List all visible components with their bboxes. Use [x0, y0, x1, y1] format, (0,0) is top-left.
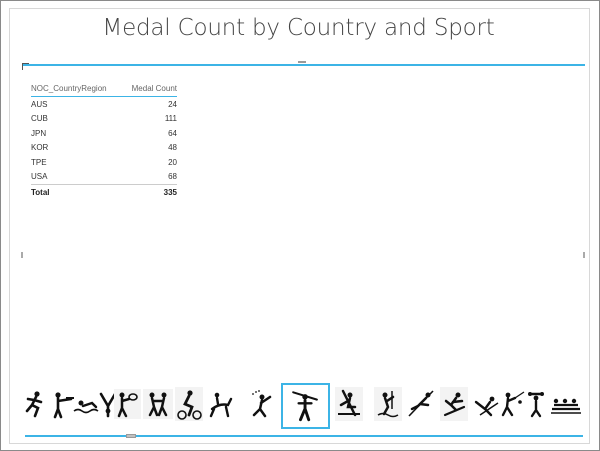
sport-icon-slicer[interactable] — [20, 383, 585, 431]
canoe-slalom-icon[interactable] — [281, 383, 330, 429]
cell-medal-count: 64 — [168, 128, 177, 138]
wrestling-icon[interactable] — [143, 389, 173, 419]
cell-country: TPE — [31, 157, 47, 167]
cell-medal-count: 48 — [168, 143, 177, 153]
slicer-selection-border[interactable] — [25, 435, 583, 437]
total-value: 335 — [163, 188, 177, 198]
tennis-icon[interactable] — [114, 389, 141, 419]
ski-jump-icon[interactable] — [406, 389, 436, 419]
cell-country: CUB — [31, 114, 48, 124]
cell-country: JPN — [31, 128, 47, 138]
cell-medal-count: 68 — [168, 171, 177, 181]
report-title: Medal Count by Country and Sport — [102, 15, 495, 41]
resize-handle-left[interactable] — [21, 252, 23, 258]
table-body: AUS 24 CUB 111 JPN 64 KOR 48 TPE 20 USA … — [31, 97, 177, 184]
snowboard-icon[interactable] — [440, 387, 468, 421]
slicer-scroll-handle[interactable] — [126, 434, 136, 438]
athlete-running-icon[interactable] — [22, 389, 48, 419]
cell-country: KOR — [31, 143, 49, 153]
resize-handle-right[interactable] — [583, 252, 585, 258]
fencing-icon[interactable] — [498, 389, 526, 419]
table-row[interactable]: USA 68 — [31, 170, 177, 184]
cell-medal-count: 111 — [164, 114, 177, 124]
equestrian-icon[interactable] — [206, 389, 234, 419]
column-header-country[interactable]: NOC_CountryRegion — [31, 84, 107, 93]
cell-medal-count: 24 — [168, 100, 177, 109]
table-row[interactable]: CUB 111 — [31, 112, 177, 126]
weightlifting-icon[interactable] — [525, 389, 547, 419]
medal-table[interactable]: NOC_CountryRegion Medal Count AUS 24 CUB… — [31, 84, 177, 199]
cycling-icon[interactable] — [175, 387, 203, 421]
table-header: NOC_CountryRegion Medal Count — [31, 84, 177, 97]
table-row[interactable]: AUS 24 — [31, 98, 177, 112]
cell-medal-count: 20 — [168, 157, 177, 167]
table-row[interactable]: KOR 48 — [31, 141, 177, 155]
cell-country: USA — [31, 171, 48, 181]
table-total-row: Total 335 — [31, 184, 177, 199]
swimming-icon[interactable] — [72, 389, 100, 419]
sailing-icon[interactable] — [374, 387, 402, 421]
column-header-medal-count[interactable]: Medal Count — [132, 84, 177, 93]
report-canvas — [9, 8, 590, 444]
rowing-icon[interactable] — [335, 387, 363, 421]
table-row[interactable]: JPN 64 — [31, 127, 177, 141]
total-label: Total — [31, 188, 50, 198]
resize-handle-top[interactable] — [298, 61, 306, 63]
cell-country: AUS — [31, 100, 48, 109]
rhythmic-gymnastics-icon[interactable] — [248, 389, 276, 419]
table-visual-selection-border[interactable] — [23, 64, 585, 66]
figure-skating-icon[interactable] — [472, 389, 500, 419]
bobsleigh-icon[interactable] — [548, 389, 584, 419]
table-row[interactable]: TPE 20 — [31, 156, 177, 170]
